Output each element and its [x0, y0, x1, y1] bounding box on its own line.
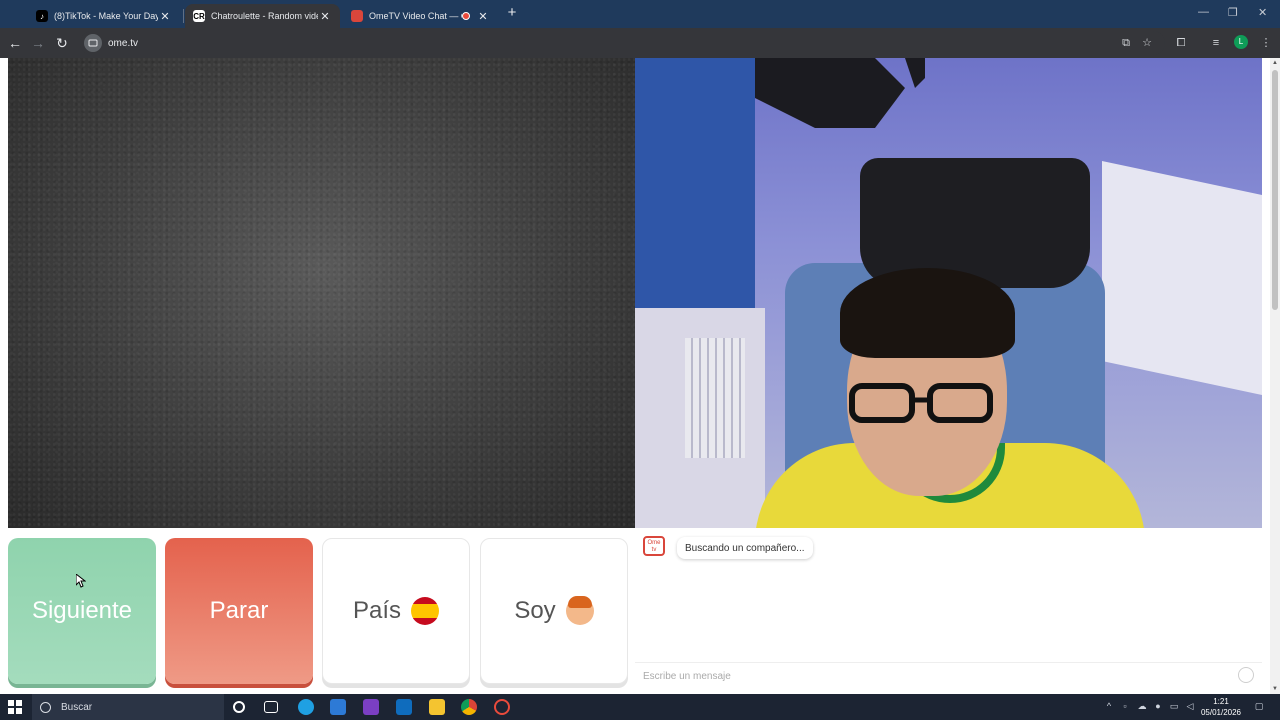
close-tab-icon[interactable]: ✕: [318, 10, 332, 23]
tiktok-icon: ♪: [36, 10, 48, 22]
bed: [1102, 160, 1262, 396]
stop-button-label: Parar: [209, 597, 269, 624]
next-button-label: Siguiente: [31, 597, 133, 624]
video-static: [8, 58, 635, 528]
scroll-up-icon[interactable]: ▲: [1270, 60, 1280, 66]
close-tab-icon[interactable]: ✕: [476, 10, 490, 23]
tab-tiktok[interactable]: ♪ (8)TikTok - Make Your Day ✕: [28, 4, 180, 28]
ometv-page: Siguiente Parar País Soy Ome tv Buscando…: [0, 58, 1270, 694]
browser-toolbar: ← → ↻ ome.tv ⧉ ☆ ⧠ ≡ L ⋮: [0, 28, 1280, 58]
tab-strip: ♪ (8)TikTok - Make Your Day ✕ CR Chatrou…: [0, 0, 1280, 28]
menu-kebab-icon[interactable]: ⋮: [1258, 35, 1274, 51]
record-app-icon[interactable]: [494, 699, 510, 715]
chair-headrest: [860, 158, 1090, 288]
stop-button[interactable]: Parar: [165, 538, 313, 684]
minimize-icon[interactable]: —: [1198, 6, 1209, 18]
windows-taskbar: Buscar ^ ▫ ☁ ● ▭ ◁ 1:21 05/01/2026 ▢: [0, 694, 1280, 720]
glasses: [849, 383, 993, 423]
local-video: [635, 58, 1262, 528]
edge-icon[interactable]: [298, 699, 314, 715]
message-input[interactable]: Escribe un mensaje: [635, 662, 1262, 690]
search-label: Buscar: [61, 701, 93, 713]
chrome-icon[interactable]: [461, 699, 477, 715]
ometv-logo: Ome tv: [643, 536, 665, 556]
status-message: Buscando un compañero...: [677, 537, 813, 559]
remote-video: [8, 58, 635, 528]
task-view-icon[interactable]: [264, 701, 278, 713]
recording-icon: [462, 12, 470, 20]
chat-panel: Ome tv Buscando un compañero... Escribe …: [635, 528, 1262, 692]
scroll-down-icon[interactable]: ▼: [1270, 686, 1280, 692]
clock-date: 05/01/2026: [1200, 708, 1242, 717]
smiley-icon[interactable]: [1238, 667, 1254, 683]
boy-emoji-icon: [565, 596, 594, 625]
mouse-cursor-icon: [76, 574, 86, 588]
spain-flag-icon: [411, 597, 440, 625]
tray-chevron-icon[interactable]: ^: [1104, 701, 1114, 711]
tab-separator: [183, 9, 184, 23]
taskbar-search[interactable]: Buscar: [32, 694, 224, 720]
extensions-icon[interactable]: ⧠: [1173, 35, 1189, 51]
tab-title: OmeTV Video Chat — Ome: [369, 11, 462, 21]
tray-volume-icon[interactable]: ◁: [1185, 701, 1195, 711]
country-button-label: País: [352, 597, 402, 624]
country-button[interactable]: País: [322, 538, 470, 684]
next-button[interactable]: Siguiente: [8, 538, 156, 684]
url-text: ome.tv: [108, 37, 139, 49]
bookshelf: [635, 308, 765, 528]
chatroulette-icon: CR: [193, 10, 205, 22]
close-tab-icon[interactable]: ✕: [158, 10, 172, 23]
taskbar-clock[interactable]: 1:21 05/01/2026: [1196, 696, 1246, 718]
tray-network-icon[interactable]: ▭: [1169, 701, 1179, 711]
gender-button-label: Soy: [514, 597, 556, 624]
person-hair: [840, 268, 1015, 358]
media-control-icon[interactable]: ≡: [1208, 35, 1224, 51]
notifications-icon[interactable]: ▢: [1254, 701, 1264, 711]
tray-cloud-icon[interactable]: ☁: [1137, 701, 1147, 711]
tray-device-icon[interactable]: ▫: [1120, 701, 1130, 711]
mail-icon[interactable]: [396, 699, 412, 715]
bookmark-star-icon[interactable]: ☆: [1139, 35, 1155, 51]
visual-studio-icon[interactable]: [363, 699, 379, 715]
tray-mic-icon[interactable]: ●: [1153, 701, 1163, 711]
search-icon: [40, 701, 51, 713]
maximize-icon[interactable]: ❐: [1228, 6, 1238, 19]
back-icon[interactable]: ←: [6, 34, 24, 52]
scroll-thumb[interactable]: [1272, 70, 1278, 310]
cast-icon[interactable]: ⧉: [1118, 35, 1134, 51]
close-window-icon[interactable]: ✕: [1258, 6, 1267, 19]
tab-ometv[interactable]: OmeTV Video Chat — Ome ✕: [343, 4, 498, 28]
tab-title: Chatroulette - Random video c: [211, 11, 318, 21]
new-tab-button[interactable]: +: [503, 5, 521, 23]
store-icon[interactable]: [330, 699, 346, 715]
reload-icon[interactable]: ↻: [53, 34, 71, 52]
cortana-icon[interactable]: [233, 701, 245, 713]
address-bar[interactable]: ome.tv: [80, 31, 1165, 55]
tab-chatroulette[interactable]: CR Chatroulette - Random video c ✕: [185, 4, 340, 28]
profile-avatar[interactable]: L: [1234, 35, 1248, 49]
windows-start-icon[interactable]: [8, 700, 22, 714]
ometv-icon: [351, 10, 363, 22]
file-explorer-icon[interactable]: [429, 699, 445, 715]
books: [685, 338, 745, 458]
tab-title: (8)TikTok - Make Your Day: [54, 11, 158, 21]
page-scrollbar[interactable]: ▲ ▼: [1270, 58, 1280, 694]
forward-icon[interactable]: →: [29, 34, 47, 52]
site-info-icon[interactable]: [84, 34, 102, 52]
gender-button[interactable]: Soy: [480, 538, 628, 684]
clock-time: 1:21: [1213, 697, 1229, 706]
